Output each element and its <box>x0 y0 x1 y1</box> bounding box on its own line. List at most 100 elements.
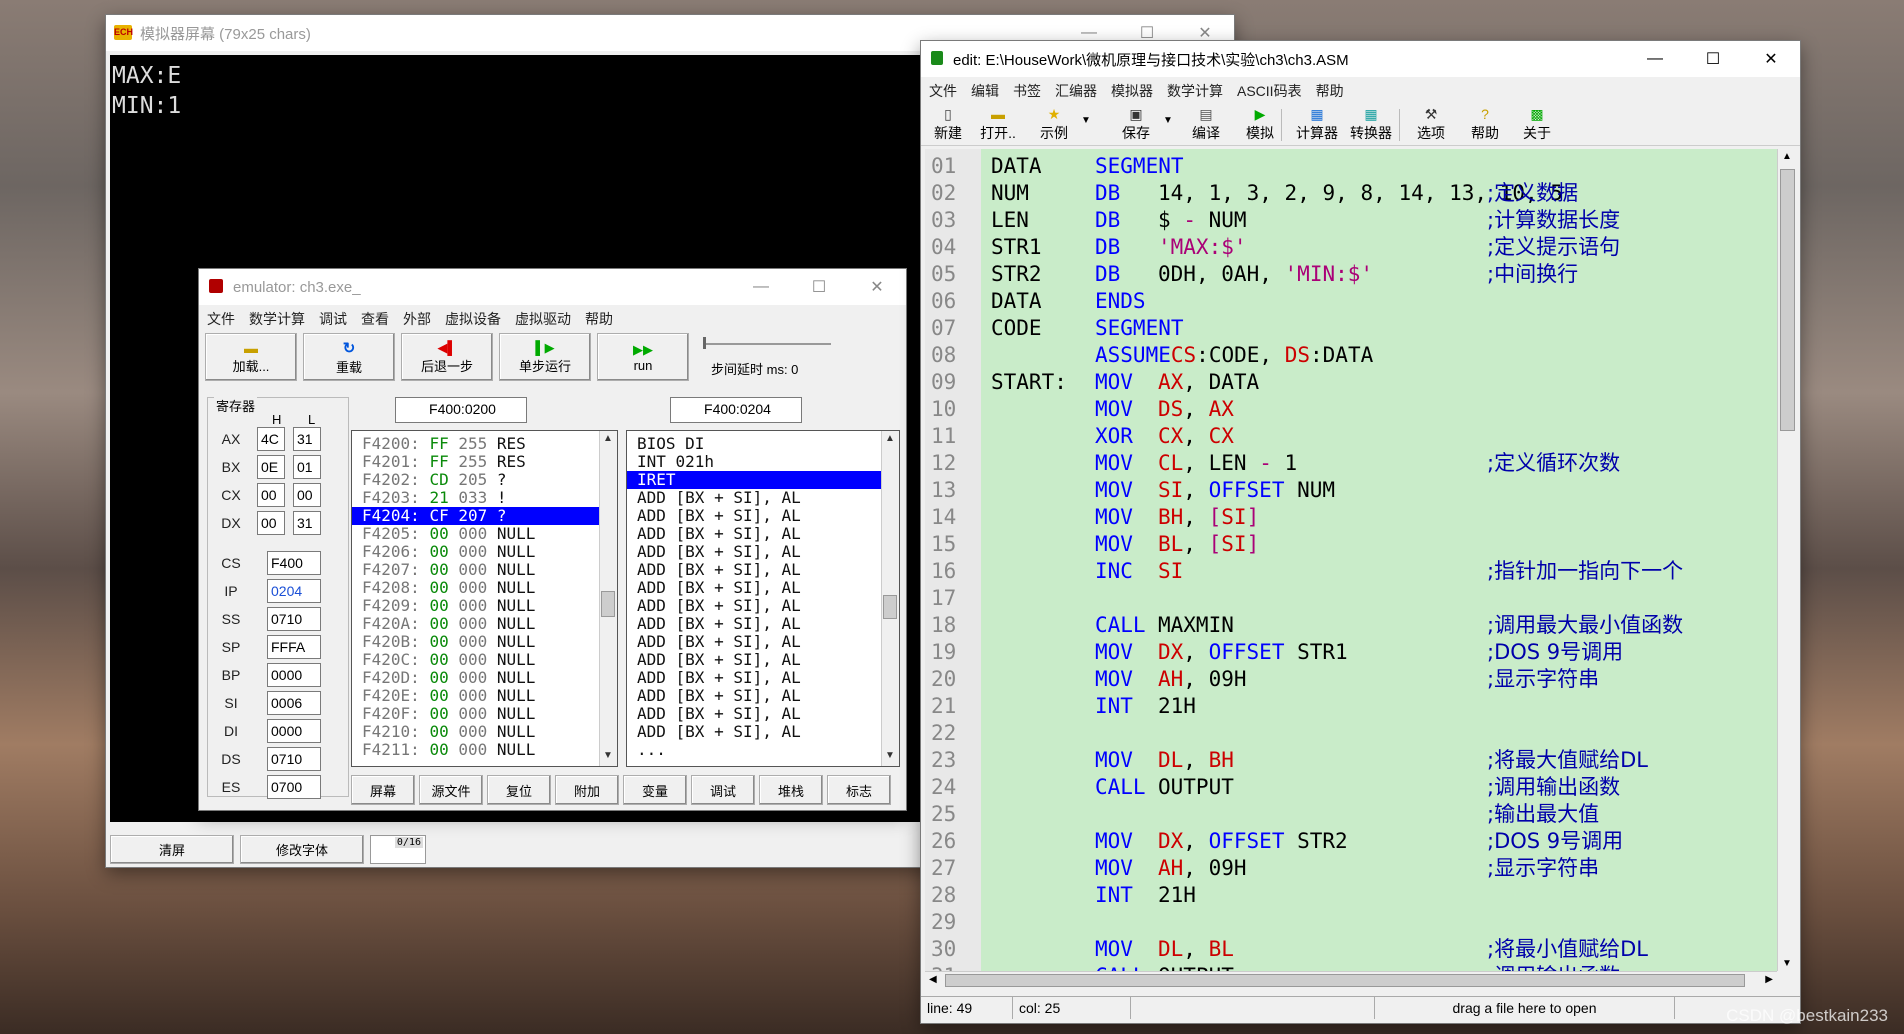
memory-row[interactable]: F4209: 00 000 NULL <box>352 597 599 615</box>
run-button[interactable]: ▶▶ run <box>597 333 689 381</box>
register-value-field[interactable]: FFFA <box>267 635 321 659</box>
memory-address-field[interactable]: F400:0200 <box>395 397 527 423</box>
editor-titlebar[interactable]: edit: E:\HouseWork\微机原理与接口技术\实验\ch3\ch3.… <box>921 41 1800 77</box>
scroll-thumb[interactable] <box>1780 169 1795 431</box>
toolbar-button-save-disk[interactable]: ▣ 保存 <box>1109 105 1163 141</box>
register-value-field[interactable]: 0000 <box>267 663 321 687</box>
code-line[interactable]: 29 <box>925 909 1777 936</box>
toolbar-button-converter[interactable]: ▦ 转换器 <box>1345 105 1397 141</box>
disasm-scrollbar[interactable]: ▲ ▼ <box>881 431 899 766</box>
code-line[interactable]: 11 XOR CX, CX <box>925 423 1777 450</box>
code-line[interactable]: 02 NUM DB 14, 1, 3, 2, 9, 8, 14, 13, 10, 5;… <box>925 180 1777 207</box>
code-line[interactable]: 21 INT 21H <box>925 693 1777 720</box>
bottom-button[interactable]: 复位 <box>487 775 551 805</box>
memory-row[interactable]: F4200: FF 255 RES <box>352 435 599 453</box>
reload-button[interactable]: ↻ 重载 <box>303 333 395 381</box>
disassembly-list[interactable]: BIOS DI INT 021h IRET ADD [BX + SI], AL ADD … <box>626 430 900 767</box>
code-line[interactable]: 18 CALL MAXMIN ;调用最大最小值函数 <box>925 612 1777 639</box>
single-step-button[interactable]: ▌▶ 单步运行 <box>499 333 591 381</box>
toolbar-button-calculator[interactable]: ▦ 计算器 <box>1291 105 1343 141</box>
register-high-field[interactable]: 00 <box>257 483 285 507</box>
register-value-field[interactable]: 0000 <box>267 719 321 743</box>
register-value-field[interactable]: 0204 <box>267 579 321 603</box>
scroll-up-icon[interactable]: ▲ <box>884 433 896 447</box>
code-line[interactable]: 01 DATA SEGMENT <box>925 153 1777 180</box>
memory-row[interactable]: F4210: 00 000 NULL <box>352 723 599 741</box>
register-high-field[interactable]: 0E <box>257 455 285 479</box>
code-line[interactable]: 06 DATA ENDS <box>925 288 1777 315</box>
disasm-row[interactable]: ADD [BX + SI], AL <box>627 651 881 669</box>
step-back-button[interactable]: ◀▌ 后退一步 <box>401 333 493 381</box>
bottom-button[interactable]: 堆栈 <box>759 775 823 805</box>
memory-row[interactable]: F420F: 00 000 NULL <box>352 705 599 723</box>
memory-list[interactable]: F4200: FF 255 RES F4201: FF 255 RES F4202:… <box>351 430 618 767</box>
code-line[interactable]: 27 MOV AH, 09H ;显示字符串 <box>925 855 1777 882</box>
scroll-thumb[interactable] <box>601 591 615 617</box>
menu-item[interactable]: 查看 <box>361 309 389 329</box>
scroll-down-icon[interactable]: ▼ <box>1782 958 1792 969</box>
code-line[interactable]: 19 MOV DX, OFFSET STR1 ;DOS 9号调用 <box>925 639 1777 666</box>
register-value-field[interactable]: 0710 <box>267 607 321 631</box>
memory-row[interactable]: F4206: 00 000 NULL <box>352 543 599 561</box>
register-low-field[interactable]: 31 <box>293 427 321 451</box>
disasm-row[interactable]: ADD [BX + SI], AL <box>627 705 881 723</box>
toolbar-button-help[interactable]: ? 帮助 <box>1461 105 1509 141</box>
register-low-field[interactable]: 00 <box>293 483 321 507</box>
disasm-row[interactable]: ADD [BX + SI], AL <box>627 669 881 687</box>
memory-row[interactable]: F420A: 00 000 NULL <box>352 615 599 633</box>
disasm-row[interactable]: ADD [BX + SI], AL <box>627 489 881 507</box>
code-line[interactable]: 14 MOV BH, [SI] <box>925 504 1777 531</box>
editor-vscrollbar[interactable]: ▲ ▼ <box>1777 149 1797 971</box>
register-high-field[interactable]: 4C <box>257 427 285 451</box>
disasm-row[interactable]: BIOS DI <box>627 435 881 453</box>
code-line[interactable]: 25 ;输出最大值 <box>925 801 1777 828</box>
menu-item[interactable]: 书签 <box>1013 81 1041 101</box>
menu-item[interactable]: 帮助 <box>1316 81 1344 101</box>
close-icon[interactable]: ✕ <box>1742 41 1800 77</box>
menu-item[interactable]: 编辑 <box>971 81 999 101</box>
register-high-field[interactable]: 00 <box>257 511 285 535</box>
bottom-button[interactable]: 调试 <box>691 775 755 805</box>
code-line[interactable]: 17 <box>925 585 1777 612</box>
code-line[interactable]: 03 LEN DB $ - NUM ;计算数据长度 <box>925 207 1777 234</box>
scroll-right-icon[interactable]: ▶ <box>1765 974 1773 985</box>
chevron-down-icon[interactable]: ▼ <box>1163 115 1173 126</box>
code-line[interactable]: 08 ASSUMECS:CODE, DS:DATA <box>925 342 1777 369</box>
close-icon[interactable]: ✕ <box>848 269 906 305</box>
code-line[interactable]: 10 MOV DS, AX <box>925 396 1777 423</box>
menu-item[interactable]: 数学计算 <box>249 309 305 329</box>
disasm-row[interactable]: ADD [BX + SI], AL <box>627 543 881 561</box>
scroll-up-icon[interactable]: ▲ <box>602 433 614 447</box>
code-line[interactable]: 05 STR2 DB 0DH, 0AH, 'MIN:$' ;中间换行 <box>925 261 1777 288</box>
toolbar-button-tools[interactable]: ⚒ 选项 <box>1405 105 1457 141</box>
register-value-field[interactable]: 0700 <box>267 775 321 799</box>
scroll-down-icon[interactable]: ▼ <box>884 750 896 764</box>
load-button[interactable]: ▬ 加载... <box>205 333 297 381</box>
change-font-button[interactable]: 修改字体 <box>240 835 364 864</box>
disasm-row[interactable]: ADD [BX + SI], AL <box>627 633 881 651</box>
chevron-down-icon[interactable]: ▼ <box>1081 115 1091 126</box>
clear-screen-button[interactable]: 清屏 <box>110 835 234 864</box>
code-line[interactable]: 30 MOV DL, BL ;将最小值赋给DL <box>925 936 1777 963</box>
scroll-thumb[interactable] <box>945 974 1745 987</box>
register-value-field[interactable]: 0710 <box>267 747 321 771</box>
memory-row[interactable]: F420E: 00 000 NULL <box>352 687 599 705</box>
code-line[interactable]: 23 MOV DL, BH ;将最大值赋给DL <box>925 747 1777 774</box>
code-line[interactable]: 28 INT 21H <box>925 882 1777 909</box>
code-line[interactable]: 24 CALL OUTPUT ;调用输出函数 <box>925 774 1777 801</box>
menu-item[interactable]: 模拟器 <box>1111 81 1153 101</box>
menu-item[interactable]: 调试 <box>319 309 347 329</box>
toolbar-button-star[interactable]: ★ 示例 <box>1027 105 1081 141</box>
code-line[interactable]: 16 INC SI ;指针加一指向下一个 <box>925 558 1777 585</box>
memory-row[interactable]: F4205: 00 000 NULL <box>352 525 599 543</box>
disasm-row[interactable]: ADD [BX + SI], AL <box>627 579 881 597</box>
memory-row[interactable]: F420D: 00 000 NULL <box>352 669 599 687</box>
menu-item[interactable]: 汇编器 <box>1055 81 1097 101</box>
disasm-row[interactable]: ADD [BX + SI], AL <box>627 597 881 615</box>
maximize-icon[interactable]: ☐ <box>790 269 848 305</box>
code-line[interactable]: 26 MOV DX, OFFSET STR2 ;DOS 9号调用 <box>925 828 1777 855</box>
disasm-row[interactable]: ADD [BX + SI], AL <box>627 507 881 525</box>
menu-item[interactable]: 文件 <box>207 309 235 329</box>
step-delay-slider[interactable] <box>705 343 831 345</box>
code-line[interactable]: 31 CALLOUTPUT ;调用输出函数 <box>925 963 1777 971</box>
